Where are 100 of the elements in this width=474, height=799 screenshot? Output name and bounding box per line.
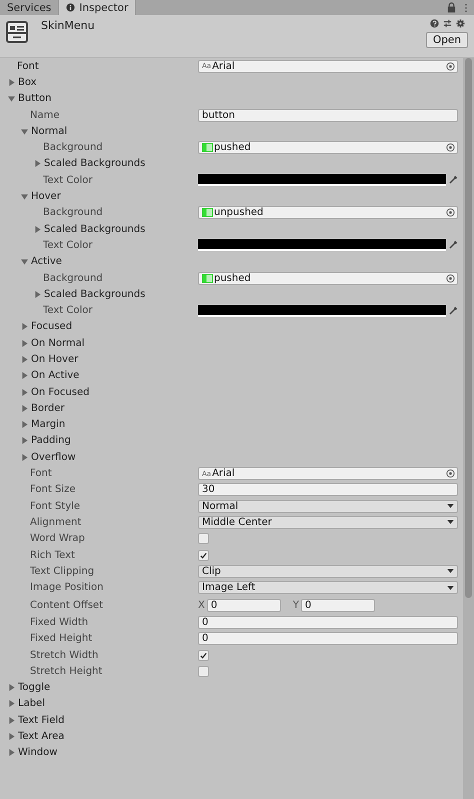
- foldout-label[interactable]: Border: [31, 402, 65, 414]
- checkbox[interactable]: [198, 666, 209, 677]
- foldout-arrow-icon[interactable]: [21, 356, 28, 363]
- foldout-label[interactable]: Toggle: [18, 682, 50, 694]
- foldout-label[interactable]: Scaled Backgrounds: [44, 158, 146, 170]
- color-swatch[interactable]: [198, 304, 446, 317]
- object-picker-icon[interactable]: [446, 208, 455, 218]
- help-icon[interactable]: [430, 19, 439, 28]
- foldout-arrow-icon[interactable]: [21, 388, 28, 396]
- foldout-arrow-icon[interactable]: [21, 437, 28, 444]
- color-swatch[interactable]: [198, 239, 446, 252]
- property-label: Font Size: [30, 484, 76, 496]
- eyedropper-icon[interactable]: [448, 175, 458, 186]
- foldout-label[interactable]: Margin: [31, 419, 66, 430]
- foldout-label[interactable]: Scaled Backgrounds: [44, 288, 146, 300]
- foldout-label[interactable]: Window: [18, 747, 58, 758]
- foldout-label[interactable]: Text Area: [18, 731, 64, 742]
- foldout-label[interactable]: Scaled Backgrounds: [44, 224, 146, 235]
- settings-icon[interactable]: [456, 19, 465, 28]
- object-field[interactable]: unpushed: [198, 206, 458, 220]
- foldout-arrow-icon[interactable]: [21, 340, 28, 347]
- foldout-arrow-icon[interactable]: [8, 78, 15, 86]
- texture-thumbnail-icon: [202, 143, 213, 152]
- foldout-arrow-icon[interactable]: [34, 226, 41, 233]
- checkmark-icon: [199, 650, 208, 660]
- foldout-label[interactable]: On Hover: [31, 354, 78, 365]
- property-label: Text Clipping: [30, 566, 94, 577]
- foldout-arrow-icon[interactable]: [21, 193, 28, 200]
- texture-thumbnail-icon: [202, 274, 213, 282]
- scrollbar-thumb[interactable]: [465, 58, 472, 598]
- text-field[interactable]: button: [198, 108, 458, 122]
- more-options-icon[interactable]: [464, 2, 468, 12]
- number-field[interactable]: 0: [206, 598, 281, 612]
- foldout-label[interactable]: Padding: [31, 435, 71, 446]
- skin-asset-icon: [6, 21, 28, 43]
- foldout-label[interactable]: Label: [18, 698, 45, 710]
- foldout-arrow-icon[interactable]: [8, 749, 15, 756]
- object-field[interactable]: pushed: [198, 272, 458, 284]
- foldout-arrow-icon[interactable]: [21, 258, 28, 266]
- property-label: Stretch Height: [30, 666, 102, 677]
- foldout-arrow-icon[interactable]: [21, 323, 28, 330]
- foldout-label[interactable]: Focused: [31, 321, 72, 332]
- foldout-arrow-icon[interactable]: [21, 404, 28, 412]
- text-field[interactable]: 30: [198, 483, 458, 496]
- foldout-label[interactable]: Hover: [31, 191, 61, 202]
- foldout-label[interactable]: Button: [18, 93, 52, 104]
- foldout-label[interactable]: Box: [18, 76, 37, 88]
- color-swatch[interactable]: [198, 174, 446, 186]
- object-field[interactable]: pushed: [198, 141, 458, 154]
- foldout-arrow-icon[interactable]: [8, 733, 15, 740]
- foldout-arrow-icon[interactable]: [8, 716, 15, 724]
- foldout-label[interactable]: Text Field: [18, 714, 64, 726]
- property-label: Fixed Height: [30, 633, 92, 644]
- number-field[interactable]: 0: [300, 598, 375, 612]
- text-field[interactable]: 0: [198, 632, 458, 646]
- checkbox[interactable]: [198, 533, 209, 544]
- foldout-label[interactable]: Normal: [31, 126, 68, 137]
- foldout-label[interactable]: Active: [31, 256, 62, 268]
- foldout-arrow-icon[interactable]: [21, 421, 28, 428]
- foldout-label[interactable]: Overflow: [31, 452, 76, 463]
- foldout-arrow-icon[interactable]: [21, 372, 28, 380]
- object-picker-icon[interactable]: [446, 469, 455, 478]
- foldout-arrow-icon[interactable]: [21, 454, 28, 461]
- dropdown[interactable]: Clip: [198, 564, 458, 578]
- checkbox[interactable]: [198, 550, 209, 561]
- property-label: Font: [17, 60, 39, 72]
- foldout-arrow-icon[interactable]: [8, 700, 15, 708]
- foldout-arrow-icon[interactable]: [21, 128, 28, 135]
- checkbox[interactable]: [198, 650, 209, 661]
- object-picker-icon[interactable]: [446, 143, 455, 152]
- property-label: Name: [30, 110, 60, 121]
- eyedropper-icon[interactable]: [448, 240, 458, 250]
- property-label: Background: [43, 142, 103, 154]
- foldout-arrow-icon[interactable]: [8, 95, 15, 102]
- object-picker-icon[interactable]: [446, 274, 455, 282]
- scrollbar[interactable]: [463, 58, 474, 799]
- text-field[interactable]: 0: [198, 616, 458, 629]
- dropdown[interactable]: Normal: [198, 500, 458, 513]
- sliders-icon[interactable]: [443, 19, 452, 28]
- tab[interactable]: Inspector: [59, 0, 136, 15]
- eyedropper-icon[interactable]: [448, 306, 458, 316]
- foldout-arrow-icon[interactable]: [34, 290, 41, 298]
- foldout-label[interactable]: On Normal: [31, 338, 85, 349]
- foldout-label[interactable]: On Active: [31, 370, 80, 382]
- property-label: Fixed Width: [30, 616, 88, 628]
- dropdown[interactable]: Middle Center: [198, 516, 458, 529]
- lock-icon[interactable]: [447, 2, 456, 13]
- dropdown[interactable]: Image Left: [198, 581, 458, 594]
- caret-icon: [447, 504, 454, 508]
- caret-icon: [447, 569, 454, 574]
- property-label: Alignment: [30, 516, 82, 528]
- open-button[interactable]: Open: [426, 32, 468, 48]
- property-label: Background: [43, 272, 103, 284]
- checkmark-icon: [199, 550, 208, 560]
- property-label: Text Color: [43, 305, 93, 316]
- object-picker-icon[interactable]: [446, 62, 455, 71]
- foldout-arrow-icon[interactable]: [34, 160, 41, 168]
- foldout-arrow-icon[interactable]: [8, 684, 15, 692]
- foldout-label[interactable]: On Focused: [31, 386, 90, 398]
- property-label: Text Color: [43, 174, 93, 186]
